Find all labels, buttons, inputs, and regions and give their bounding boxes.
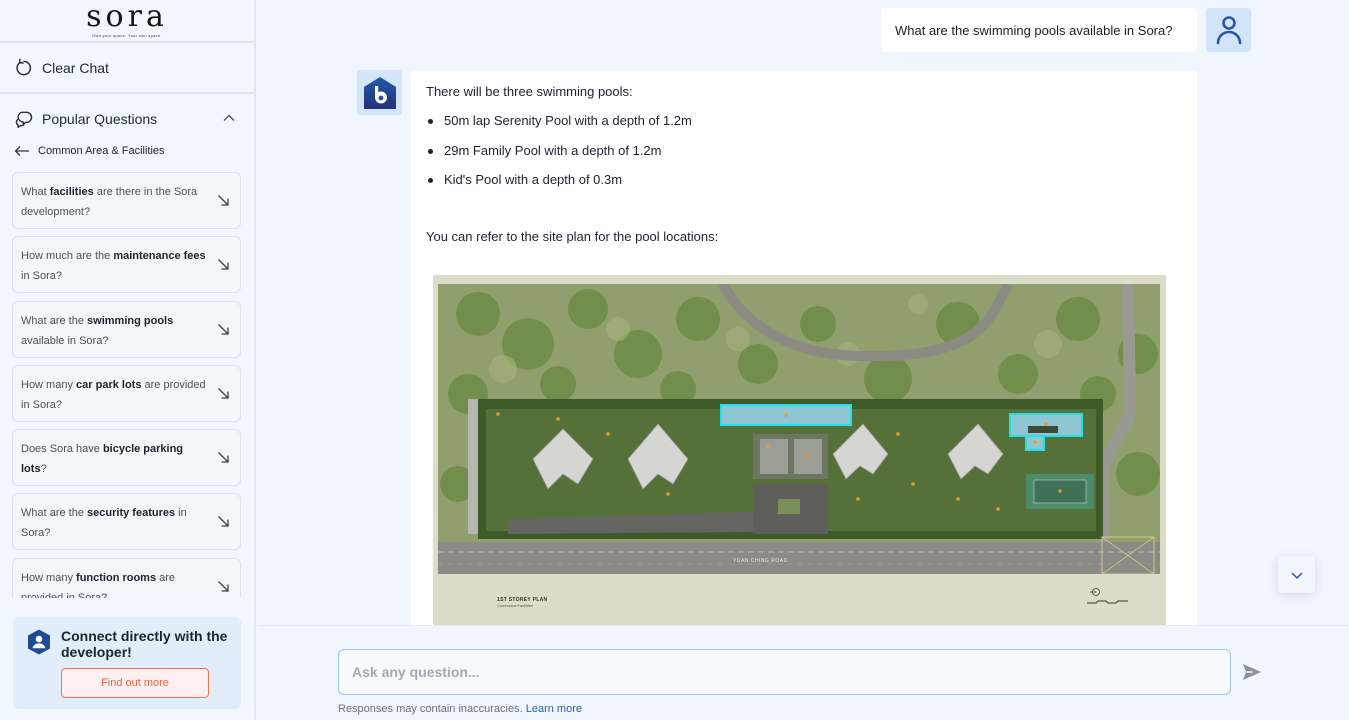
question-text-pre: Does Sora have: [21, 443, 103, 456]
arrow-down-right-icon: [218, 323, 229, 335]
chevron-down-icon: [1290, 571, 1303, 579]
refresh-icon: [16, 58, 32, 75]
sidebar: sora Own your space. Your own space. Cle…: [0, 0, 256, 720]
question-card[interactable]: How many function rooms are provided in …: [12, 557, 241, 598]
chat-area: What are the swimming pools available in…: [258, 0, 1349, 720]
question-keyword: car park lots: [76, 378, 142, 391]
user-message: What are the swimming pools available in…: [881, 8, 1197, 52]
question-text: What are the swimming pools available in…: [21, 315, 173, 347]
road-label: YUAN CHING ROAD: [733, 558, 788, 564]
question-keyword: swimming pools: [87, 314, 174, 327]
arrow-down-right-icon: [218, 195, 229, 206]
arrow-left-icon: [14, 146, 29, 156]
site-plan-map: [438, 284, 1160, 574]
scroll-to-bottom-button[interactable]: [1278, 556, 1315, 593]
question-text-post: available in Sora?: [21, 334, 109, 347]
question-text-pre: What are the: [21, 507, 88, 520]
developer-contact-icon: [28, 629, 50, 655]
arrow-down-right-icon: [218, 452, 229, 463]
pool-list: 50m lap Serenity Pool with a depth of 1.…: [426, 106, 1182, 195]
question-text-pre: How much are the: [21, 250, 114, 263]
disclaimer-text: Responses may contain inaccuracies.: [338, 703, 523, 715]
question-text: Does Sora have bicycle parking lots?: [21, 443, 183, 475]
send-icon[interactable]: [1242, 662, 1262, 682]
bot-logo-icon: [363, 76, 396, 109]
question-text-post: ?: [40, 463, 47, 476]
connect-title: Connect directly with the developer!: [61, 628, 228, 660]
question-card[interactable]: What are the security features in Sora?: [12, 493, 241, 551]
arrow-down-right-icon: [218, 580, 229, 592]
disclaimer: Responses may contain inaccuracies. Lear…: [338, 703, 582, 715]
learn-more-link[interactable]: Learn more: [526, 703, 582, 715]
clear-chat-button[interactable]: Clear Chat: [0, 43, 254, 94]
bot-intro: There will be three swimming pools:: [426, 84, 633, 99]
question-card[interactable]: How much are the maintenance fees in Sor…: [12, 236, 241, 294]
question-card[interactable]: Does Sora have bicycle parking lots?: [12, 429, 241, 487]
question-text-pre: What are the: [21, 314, 88, 327]
chat-bubbles-icon: [15, 111, 33, 129]
bot-message: There will be three swimming pools: 50m …: [411, 71, 1197, 627]
question-text-pre: What: [21, 186, 50, 198]
question-text: How many function rooms are provided in …: [21, 572, 175, 598]
question-text-post: in Sora?: [21, 270, 62, 283]
question-text: How much are the maintenance fees in Sor…: [21, 250, 206, 282]
question-card[interactable]: How many car park lots are provided in S…: [12, 364, 241, 422]
question-keyword: security features: [87, 507, 176, 520]
pool-list-item: 50m lap Serenity Pool with a depth of 1.…: [426, 106, 1182, 136]
composer-bar: Responses may contain inaccuracies. Lear…: [258, 625, 1349, 720]
find-out-more-button[interactable]: Find out more: [61, 668, 209, 698]
arrow-down-right-icon: [218, 516, 229, 528]
user-message-text: What are the swimming pools available in…: [895, 22, 1173, 38]
popular-questions-toggle[interactable]: Popular Questions: [0, 94, 254, 144]
pool-list-item: Kid's Pool with a depth of 0.3m: [426, 165, 1182, 195]
plan-caption: 1ST STOREY PLAN Communal Facilities: [497, 597, 547, 608]
question-text: What facilities are there in the Sora de…: [21, 186, 197, 218]
site-plan-image[interactable]: YUAN CHING ROAD 1ST STOREY PLAN Communal…: [433, 275, 1166, 627]
logo: sora Own your space. Your own space.: [0, 0, 254, 43]
question-keyword: maintenance fees: [113, 250, 206, 263]
user-icon: [1216, 16, 1241, 45]
bot-avatar: [357, 70, 402, 115]
chevron-up-icon: [223, 114, 235, 121]
north-arrow-scale-icon: [1087, 588, 1128, 604]
arrow-down-right-icon: [218, 387, 229, 399]
bot-refer-text: You can refer to the site plan for the p…: [426, 228, 719, 244]
question-text: How many car park lots are provided in S…: [21, 379, 206, 411]
clear-chat-label: Clear Chat: [42, 59, 109, 76]
question-keyword: function rooms: [76, 571, 157, 584]
question-text-pre: How many: [21, 378, 77, 391]
question-card[interactable]: What are the swimming pools available in…: [12, 300, 241, 358]
plan-subtitle: Communal Facilities: [497, 603, 534, 608]
pool-list-item: 29m Family Pool with a depth of 1.2m: [426, 136, 1182, 166]
category-label: Common Area & Facilities: [38, 145, 165, 157]
arrow-down-right-icon: [218, 259, 229, 270]
question-card[interactable]: What facilities are there in the Sora de…: [12, 172, 241, 229]
user-avatar: [1206, 8, 1251, 52]
question-text-pre: How many: [21, 571, 77, 584]
connect-developer-card: Connect directly with the developer! Fin…: [13, 617, 241, 709]
ask-question-input[interactable]: [338, 649, 1231, 695]
question-list[interactable]: What facilities are there in the Sora de…: [12, 172, 241, 598]
question-keyword: facilities: [49, 186, 94, 198]
question-text: What are the security features in Sora?: [21, 507, 187, 539]
popular-questions-label: Popular Questions: [42, 111, 158, 127]
logo-wordmark: sora: [86, 0, 168, 34]
logo-tagline: Own your space. Your own space.: [92, 33, 162, 38]
